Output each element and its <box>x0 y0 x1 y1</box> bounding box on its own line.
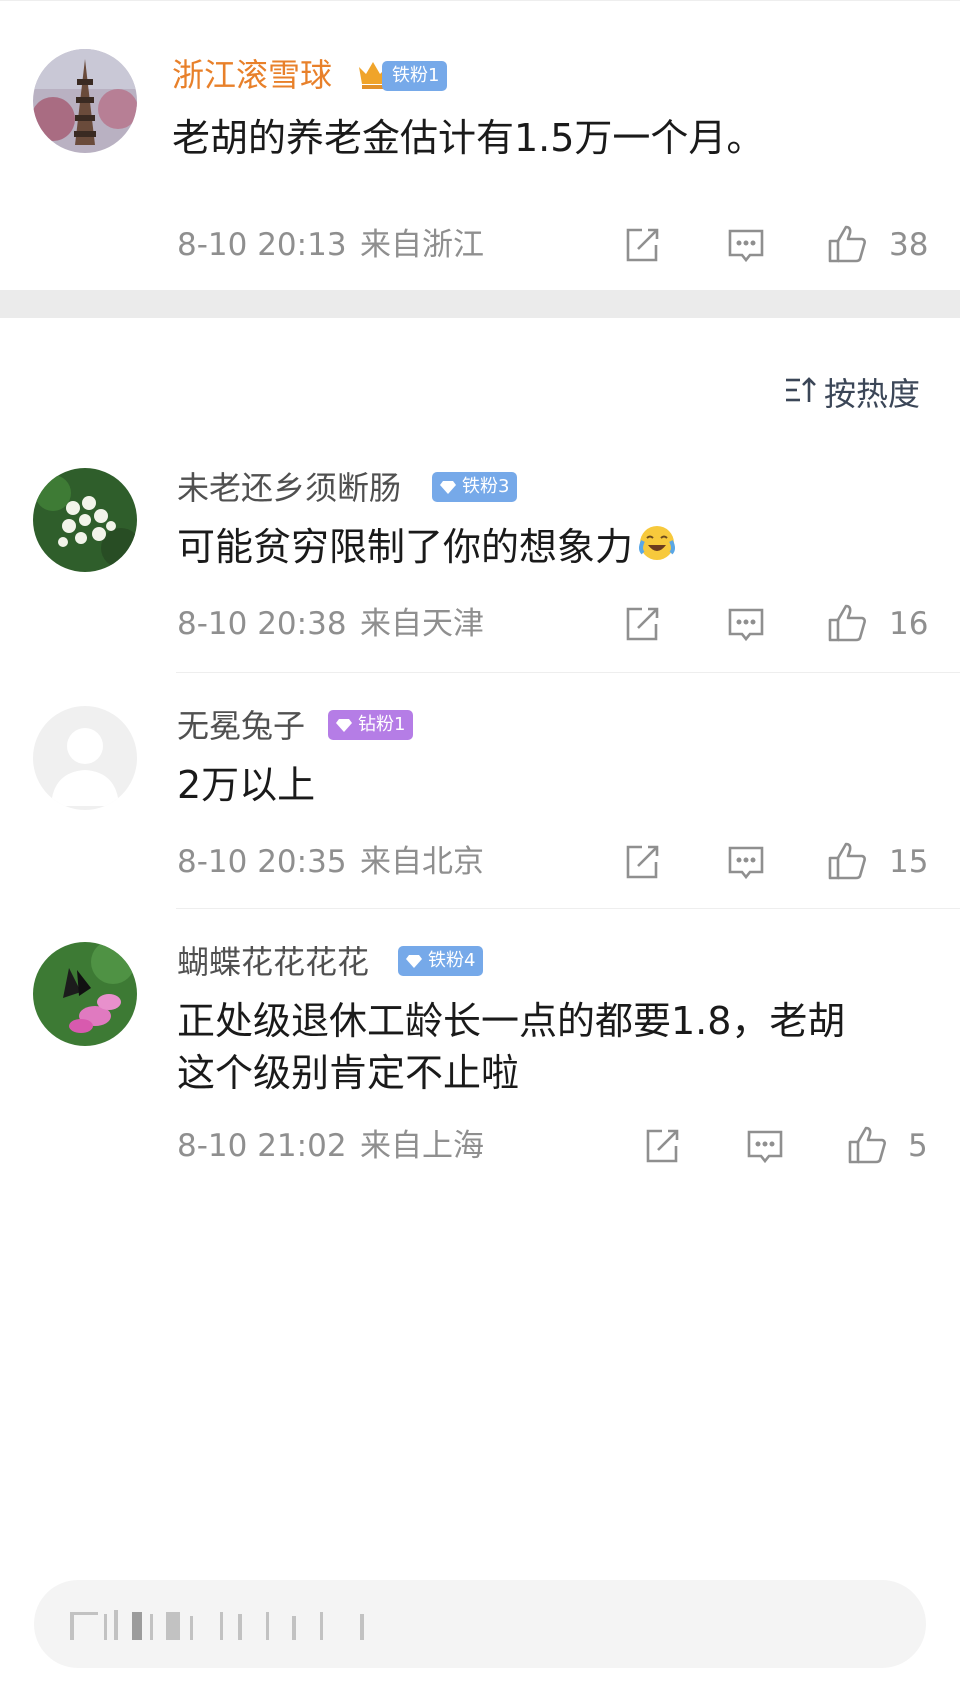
avatar[interactable] <box>33 942 137 1046</box>
fan-badge: 钻粉1 <box>328 710 414 740</box>
diamond-icon <box>406 955 422 968</box>
post-location: 来自浙江 <box>360 227 484 263</box>
comment-author-name[interactable]: 无冕兔子 <box>177 706 305 746</box>
comment-location: 来自上海 <box>360 1128 484 1164</box>
sort-icon <box>784 374 818 414</box>
like-icon[interactable] <box>826 602 866 642</box>
comment-icon[interactable] <box>726 842 766 882</box>
comment-time: 8-10 21:02 <box>177 1128 347 1164</box>
share-icon[interactable] <box>622 604 662 644</box>
avatar[interactable] <box>33 468 137 572</box>
diamond-icon <box>336 719 352 732</box>
post-content: 老胡的养老金估计有1.5万一个月。 <box>172 116 765 160</box>
diamond-icon <box>440 481 456 494</box>
like-count: 16 <box>889 606 929 642</box>
like-icon[interactable] <box>846 1124 886 1164</box>
divider <box>176 908 960 909</box>
comment-author-name[interactable]: 未老还乡须断肠 <box>177 468 401 508</box>
comment-time: 8-10 20:35 <box>177 844 347 880</box>
comment-location: 来自北京 <box>360 844 484 880</box>
avatar[interactable] <box>33 706 137 810</box>
like-icon[interactable] <box>826 223 866 263</box>
comment-input[interactable] <box>34 1580 926 1668</box>
comment-content: 可能贫穷限制了你的想象力 <box>177 520 677 577</box>
fan-badge: 铁粉4 <box>398 946 484 976</box>
post-author-name[interactable]: 浙江滚雪球 <box>172 55 332 95</box>
share-icon[interactable] <box>622 842 662 882</box>
comment-content-line2: 这个级别肯定不止啦 <box>177 1051 520 1095</box>
comment-location: 来自天津 <box>360 606 484 642</box>
like-icon[interactable] <box>826 840 866 880</box>
comment-time: 8-10 20:38 <box>177 606 347 642</box>
section-divider <box>0 290 960 318</box>
comment-icon[interactable] <box>726 604 766 644</box>
like-count: 15 <box>889 844 929 880</box>
sort-by-hot-button[interactable]: 按热度 <box>784 372 920 414</box>
comment-content: 2万以上 <box>177 763 316 807</box>
post-time: 8-10 20:13 <box>177 227 347 263</box>
comment-content-line1: 正处级退休工龄长一点的都要1.8，老胡 <box>177 999 846 1043</box>
like-count: 38 <box>889 227 929 263</box>
post-card: 浙江滚雪球 铁粉1 老胡的养老金估计有1.5万一个月。 8-10 20:13 来… <box>0 0 960 291</box>
comment-icon[interactable] <box>726 225 766 265</box>
share-icon[interactable] <box>622 225 662 265</box>
avatar[interactable] <box>33 49 137 153</box>
fan-badge: 铁粉3 <box>432 472 518 502</box>
sort-label: 按热度 <box>823 375 920 413</box>
comment-author-name[interactable]: 蝴蝶花花花花 <box>177 942 369 982</box>
blurred-placeholder <box>70 1608 400 1642</box>
like-count: 5 <box>908 1128 928 1164</box>
divider <box>176 672 960 673</box>
comment-icon[interactable] <box>745 1126 785 1166</box>
laugh-cry-emoji-icon <box>637 523 677 577</box>
fan-badge: 铁粉1 <box>382 61 448 91</box>
share-icon[interactable] <box>642 1126 682 1166</box>
